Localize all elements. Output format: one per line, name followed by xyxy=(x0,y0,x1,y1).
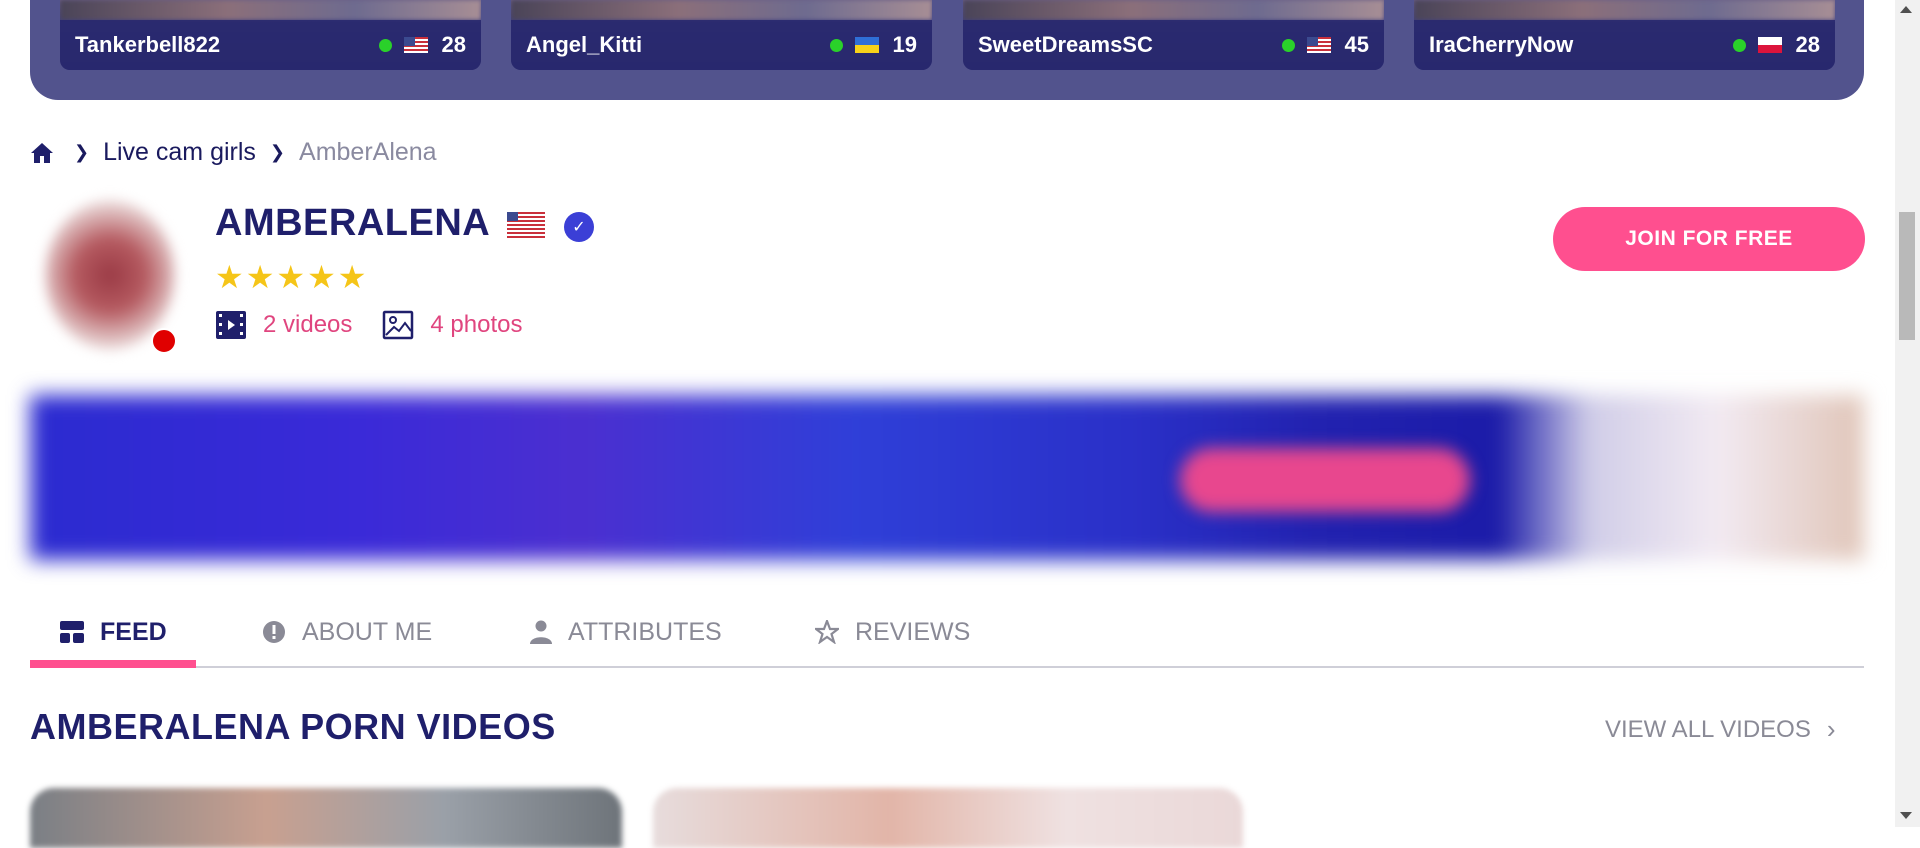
image-icon xyxy=(383,310,414,340)
verified-badge-icon: ✓ xyxy=(564,212,594,242)
profile-name: AMBERALENA xyxy=(215,202,491,244)
model-card-info: IraCherryNow 28 xyxy=(1414,20,1835,70)
info-icon xyxy=(263,621,285,643)
us-flag-icon xyxy=(1306,37,1331,53)
model-card-info: Angel_Kitti 19 xyxy=(511,20,932,70)
star-icon xyxy=(815,620,839,644)
model-card[interactable]: SweetDreamsSC 45 xyxy=(963,0,1384,70)
video-thumbnail[interactable] xyxy=(30,788,622,848)
scrollbar-thumb[interactable] xyxy=(1899,212,1915,340)
promo-banner[interactable] xyxy=(30,395,1864,560)
model-name: IraCherryNow xyxy=(1429,32,1574,57)
model-card-info: SweetDreamsSC 45 xyxy=(963,20,1384,70)
model-age: 28 xyxy=(441,32,466,57)
tab-label: ATTRIBUTES xyxy=(568,617,722,646)
us-flag-icon xyxy=(403,37,428,53)
model-thumbnail xyxy=(963,0,1384,20)
film-icon xyxy=(216,311,246,339)
model-thumbnail xyxy=(60,0,481,20)
scroll-down-arrow-icon[interactable] xyxy=(1900,812,1912,819)
online-indicator xyxy=(1281,38,1295,52)
chevron-right-icon: ❯ xyxy=(269,142,286,162)
model-age: 28 xyxy=(1795,32,1820,57)
model-name: Angel_Kitti xyxy=(526,32,643,57)
scroll-up-arrow-icon[interactable] xyxy=(1900,6,1912,13)
online-indicator xyxy=(829,38,843,52)
tab-label: REVIEWS xyxy=(855,617,971,646)
active-tab-indicator xyxy=(30,660,196,668)
model-name: Tankerbell822 xyxy=(75,32,221,57)
model-age: 45 xyxy=(1344,32,1369,57)
tab-label: ABOUT ME xyxy=(302,617,433,646)
related-models-strip: Tankerbell822 28 Angel_Kitti 19 SweetDre… xyxy=(30,0,1864,100)
scrollbar-track[interactable] xyxy=(1895,0,1920,827)
videos-count: 2 videos xyxy=(263,311,353,338)
model-card-info: Tankerbell822 28 xyxy=(60,20,481,70)
videos-section-title: AMBERALENA PORN VIDEOS xyxy=(30,706,556,747)
view-all-videos-link[interactable]: VIEW ALL VIDEOS › xyxy=(1605,714,1836,745)
person-icon xyxy=(530,620,552,644)
model-name: SweetDreamsSC xyxy=(978,32,1153,57)
avatar xyxy=(45,200,175,350)
chevron-right-icon: › xyxy=(1826,714,1836,744)
join-for-free-button[interactable]: JOIN FOR FREE xyxy=(1553,207,1865,271)
profile-tabs: FEED ABOUT ME ATTRIBUTES REVIEWS xyxy=(30,600,1864,668)
promo-banner-button[interactable] xyxy=(1180,448,1470,512)
model-thumbnail xyxy=(1414,0,1835,20)
pl-flag-icon xyxy=(1757,37,1782,53)
home-icon[interactable] xyxy=(30,141,54,165)
online-status-dot xyxy=(151,328,177,354)
rating-stars: ★★★★★ xyxy=(215,259,369,295)
model-card[interactable]: Tankerbell822 28 xyxy=(60,0,481,70)
breadcrumb-current: AmberAlena xyxy=(299,138,437,166)
tab-reviews[interactable]: REVIEWS xyxy=(815,600,970,664)
breadcrumb: ❯ Live cam girls ❯ AmberAlena xyxy=(30,138,437,167)
model-thumbnail xyxy=(511,0,932,20)
photos-count: 4 photos xyxy=(430,311,523,338)
tab-about-me[interactable]: ABOUT ME xyxy=(262,600,432,664)
videos-link[interactable]: 2 videos xyxy=(215,310,352,340)
view-all-label: VIEW ALL VIDEOS xyxy=(1605,715,1811,743)
ua-flag-icon xyxy=(854,37,879,53)
media-counts: 2 videos 4 photos xyxy=(215,310,552,340)
model-card[interactable]: IraCherryNow 28 xyxy=(1414,0,1835,70)
us-flag-icon xyxy=(507,212,545,238)
model-age: 19 xyxy=(892,32,917,57)
photos-link[interactable]: 4 photos xyxy=(382,310,522,340)
model-card[interactable]: Angel_Kitti 19 xyxy=(511,0,932,70)
online-indicator xyxy=(1732,38,1746,52)
video-thumbnail[interactable] xyxy=(653,788,1243,848)
tab-label: FEED xyxy=(100,617,167,646)
online-indicator xyxy=(378,38,392,52)
tab-attributes[interactable]: ATTRIBUTES xyxy=(530,600,722,664)
breadcrumb-link-live-cam-girls[interactable]: Live cam girls xyxy=(103,138,256,167)
feed-icon xyxy=(60,621,84,643)
chevron-right-icon: ❯ xyxy=(74,142,90,162)
tab-feed[interactable]: FEED xyxy=(60,600,167,664)
